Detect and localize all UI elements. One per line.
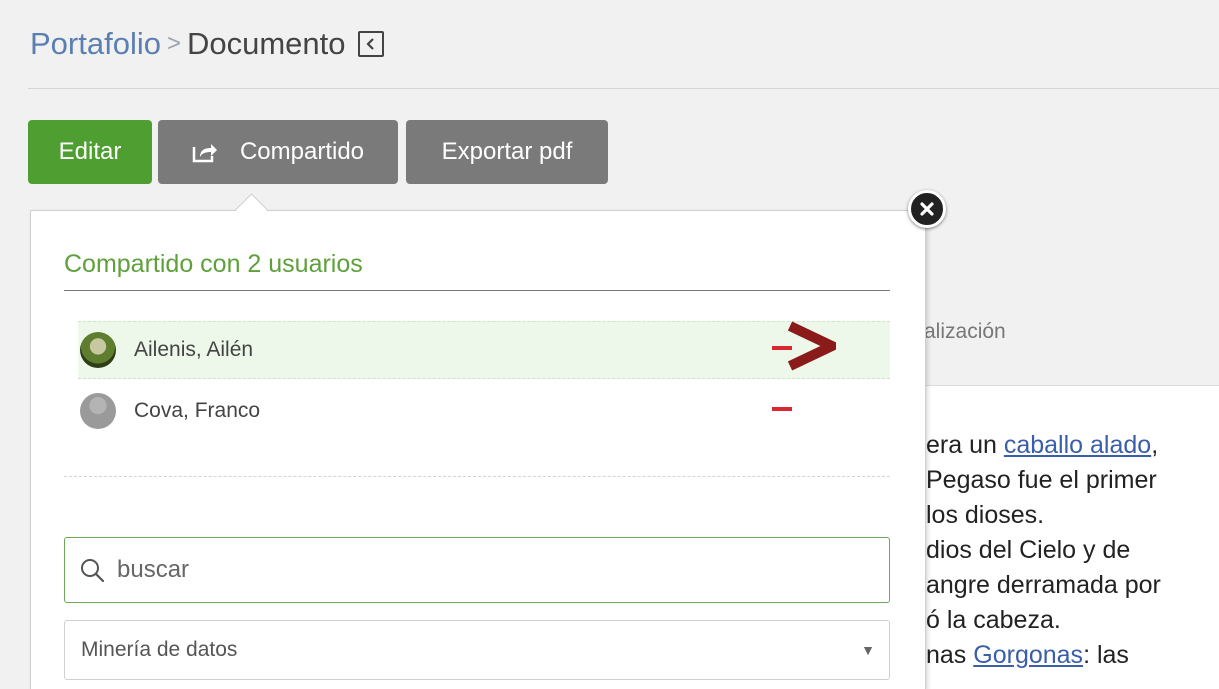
export-pdf-button[interactable]: Exportar pdf — [406, 120, 608, 184]
document-text-line: los dioses. — [926, 498, 1161, 533]
shared-user-row: Ailenis, Ailén — [78, 321, 890, 379]
avatar — [80, 393, 116, 429]
document-text-line: ó la cabeza. — [926, 603, 1161, 638]
chevron-down-icon: ▼ — [861, 642, 875, 658]
document-text-line: dios del Cielo y de — [926, 533, 1161, 568]
document-text: era un caballo alado, Pegaso fue el prime… — [926, 428, 1161, 673]
title-divider — [64, 290, 890, 291]
close-popup-button[interactable] — [908, 190, 946, 228]
avatar — [80, 332, 116, 368]
document-text-line: nas Gorgonas: las — [926, 638, 1161, 673]
breadcrumb-portafolio-link[interactable]: Portafolio — [30, 26, 161, 62]
shared-button-label: Compartido — [239, 138, 365, 165]
shared-button[interactable]: Compartido — [158, 120, 398, 184]
breadcrumb: Portafolio > Documento — [30, 22, 384, 66]
wiki-link[interactable]: caballo alado — [1004, 431, 1151, 459]
share-popup — [30, 210, 926, 689]
shared-with-title: Compartido con 2 usuarios — [64, 250, 363, 278]
export-pdf-button-label: Exportar pdf — [441, 138, 573, 165]
search-icon — [81, 559, 105, 583]
text-fragment: los dioses. — [926, 501, 1045, 529]
page-title: Documento — [186, 26, 346, 61]
collapse-left-icon[interactable] — [357, 31, 384, 57]
group-select[interactable]: Minería de datos ▼ — [64, 620, 890, 680]
text-fragment: , — [1151, 431, 1159, 459]
close-icon — [920, 202, 934, 216]
text-fragment: angre derramada por — [926, 571, 1161, 599]
group-select-value: Minería de datos — [81, 638, 238, 661]
document-text-line: era un caballo alado, — [926, 428, 1161, 463]
search-input[interactable] — [115, 555, 719, 585]
user-name: Ailenis, Ailén — [134, 338, 254, 361]
red-arrow-pointer-icon — [788, 321, 836, 371]
tab-actualizacion[interactable]: alización — [924, 320, 1006, 344]
text-fragment: : las — [1083, 641, 1129, 669]
text-fragment: ó la cabeza. — [926, 606, 1061, 634]
document-text-line: Pegaso fue el primer — [926, 463, 1161, 498]
edit-button-label: Editar — [58, 138, 122, 165]
remove-user-button[interactable] — [772, 407, 792, 411]
edit-button[interactable]: Editar — [28, 120, 152, 184]
users-divider — [64, 476, 890, 478]
document-text-line: angre derramada por — [926, 568, 1161, 603]
wiki-link[interactable]: Gorgonas — [973, 641, 1083, 669]
text-fragment: Pegaso fue el primer — [926, 466, 1157, 494]
breadcrumb-separator: > — [166, 30, 181, 57]
text-fragment: dios del Cielo y de — [926, 536, 1131, 564]
header-divider — [28, 88, 1219, 89]
text-fragment: era un — [926, 431, 1004, 459]
shared-user-row: Cova, Franco — [78, 382, 890, 440]
share-icon — [192, 144, 217, 163]
text-fragment: nas — [926, 641, 974, 669]
user-name: Cova, Franco — [134, 399, 261, 422]
user-search-box — [64, 537, 890, 603]
